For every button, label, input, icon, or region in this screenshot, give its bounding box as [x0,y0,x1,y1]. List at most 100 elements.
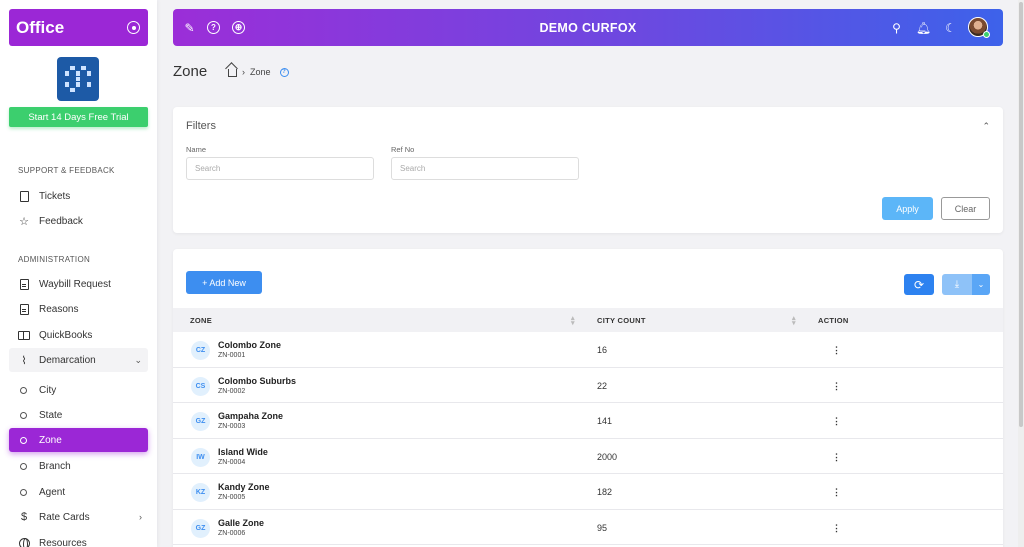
more-vertical-icon[interactable]: ⋮ [832,487,841,498]
zone-ref: ZN-0004 [218,458,246,466]
avatar[interactable] [968,17,990,38]
qr-logo-icon [65,66,91,92]
sidebar-item-label: Demarcation [39,354,96,366]
zone-name: Colombo Suburbs [218,375,296,386]
sidebar-item-feedback[interactable]: ☆ Feedback [9,209,148,233]
bell-icon[interactable]: 🔔︎ [916,20,931,35]
sidebar-item-quickbooks[interactable]: QuickBooks [9,323,148,347]
sidebar-item-label: City [39,384,57,396]
sidebar-item-label: Zone [39,434,62,446]
more-vertical-icon[interactable]: ⋮ [832,416,841,427]
apply-button[interactable]: Apply [882,197,933,220]
sidebar-item-label: Feedback [39,215,83,227]
sidebar-item-resources[interactable]: Resources [9,531,148,547]
brand-name: Office [16,17,65,37]
sidebar-item-waybill-request[interactable]: Waybill Request [9,272,148,296]
city-count: 22 [597,380,608,391]
table-row[interactable]: KZ Kandy Zone ZN-0005 182 ⋮ [173,474,1003,510]
page-scrollbar[interactable] [1018,0,1024,547]
sidebar-item-rate-cards[interactable]: $ Rate Cards › [9,505,148,529]
more-vertical-icon[interactable]: ⋮ [832,523,841,534]
download-icon[interactable]: ⤓ [942,274,972,295]
zone-ref: ZN-0006 [218,529,246,537]
more-vertical-icon[interactable]: ⋮ [832,381,841,392]
column-header-zone[interactable]: ZONE [190,316,212,325]
zone-avatar: CZ [191,341,210,360]
dollar-icon: $ [20,511,28,523]
help-circle-icon[interactable]: ? [279,67,289,77]
chevron-down-icon: ⌄ [134,354,142,365]
sidebar-item-label: Tickets [39,190,71,202]
circle-icon [20,436,27,444]
table-row[interactable]: CS Colombo Suburbs ZN-0002 22 ⋮ [173,368,1003,403]
city-count: 95 [597,522,608,533]
chevron-up-icon[interactable]: ⌃ [982,121,990,132]
breadcrumb: › Zone ? [228,67,289,77]
more-vertical-icon[interactable]: ⋮ [832,452,841,463]
table-row[interactable]: GZ Gampaha Zone ZN-0003 141 ⋮ [173,403,1003,439]
sidebar-item-demarcation[interactable]: ⌇ Demarcation ⌄ [9,348,148,372]
free-trial-button[interactable]: Start 14 Days Free Trial [9,107,148,127]
clear-button[interactable]: Clear [941,197,990,220]
zone-ref: ZN-0005 [218,494,246,501]
sidebar-item-label: QuickBooks [39,329,93,341]
table-row[interactable]: GZ Galle Zone ZN-0006 95 ⋮ [173,510,1003,545]
table-header: ZONE ▴ ▾ CITY COUNT ▴ ▾ ACTION [173,308,1003,332]
zone-name: Island Wide [218,446,268,457]
zone-avatar: KZ [191,483,210,502]
zone-name: Kandy Zone [218,482,270,492]
city-count: 141 [597,416,613,426]
ref-filter-label: Ref No [391,145,415,154]
chevron-right-icon: › [139,512,142,522]
sort-icon[interactable]: ▴ ▾ [571,315,575,327]
search-icon[interactable]: ⚲ [889,20,904,35]
city-count: 182 [597,487,613,497]
sidebar-item-state[interactable]: State [9,403,148,427]
table-row[interactable]: IW Island Wide ZN-0004 2000 ⋮ [173,439,1003,474]
circle-icon [20,488,27,496]
add-new-button[interactable]: + Add New [186,271,262,294]
moon-icon[interactable]: ☾ [943,20,958,35]
sidebar-item-city[interactable]: City [9,378,148,402]
sidebar-item-reasons[interactable]: Reasons [9,297,148,321]
sidebar-item-agent[interactable]: Agent [9,480,148,504]
sidebar-item-label: Agent [39,486,66,498]
scrollbar-thumb[interactable] [1019,2,1023,427]
ref-filter-input[interactable]: Search [391,157,579,180]
sidebar-item-label: Resources [39,537,87,547]
zone-avatar: GZ [191,518,210,538]
chevron-down-icon[interactable]: ⌄ [972,274,990,295]
sort-icon[interactable]: ▴ ▾ [792,315,796,327]
route-icon: ⌇ [21,354,27,367]
home-icon[interactable] [228,69,237,77]
name-filter-input[interactable]: Search [186,157,374,180]
section-support-feedback: SUPPORT & FEEDBACK [18,166,115,175]
zone-name: Colombo Zone [218,340,281,350]
page-title: Zone [173,63,208,80]
breadcrumb-current: Zone [250,67,271,77]
sidebar-item-label: Branch [39,460,71,472]
column-header-action: ACTION [818,316,849,325]
zone-name: Gampaha Zone [218,411,284,421]
globe-icon [18,537,30,547]
circle-icon [20,386,27,394]
zone-avatar: CS [191,376,210,396]
table-row[interactable]: CZ Colombo Zone ZN-0001 16 ⋮ [173,332,1003,368]
refresh-icon[interactable]: ⟳ [904,274,934,295]
brand-bar: Office [9,9,148,46]
sidebar-item-zone[interactable]: Zone [9,428,148,452]
sidebar-item-label: Rate Cards [39,511,90,523]
sidebar-item-label: Reasons [39,303,79,315]
more-vertical-icon[interactable]: ⋮ [832,345,841,356]
document-icon [18,278,30,290]
filters-title: Filters [186,120,216,132]
column-header-city-count[interactable]: CITY COUNT [597,316,646,325]
circle-icon [20,462,27,470]
breadcrumb-separator-icon: › [242,67,245,77]
sidebar-item-branch[interactable]: Branch [9,454,148,478]
star-icon: ☆ [19,215,29,228]
sidebar-toggle-icon[interactable] [127,21,140,34]
sidebar-item-label: Waybill Request [39,278,111,290]
sidebar-item-tickets[interactable]: Tickets [9,184,148,208]
section-administration: ADMINISTRATION [18,255,91,264]
